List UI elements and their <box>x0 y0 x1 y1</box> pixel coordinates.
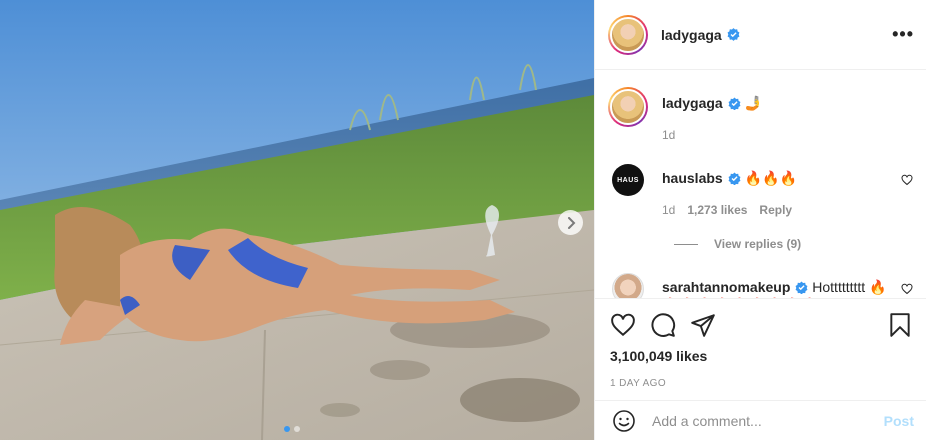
commenter-avatar[interactable]: HAUS <box>612 164 644 196</box>
comment-item: HAUS hauslabs 🔥🔥🔥 1d 1,273 likes Reply <box>608 164 913 217</box>
more-options-icon[interactable]: ••• <box>892 24 914 45</box>
verified-badge-icon <box>795 281 808 294</box>
heart-icon[interactable] <box>610 312 636 338</box>
post-header: ladygaga ••• <box>595 0 926 70</box>
author-username[interactable]: ladygaga <box>661 27 722 43</box>
likes-count[interactable]: 3,100,049 likes <box>610 347 913 365</box>
replies-divider <box>674 243 698 245</box>
comment-likes[interactable]: 1,273 likes <box>687 203 747 217</box>
caption-text: 🤳 <box>740 95 763 111</box>
post-photo <box>0 0 594 440</box>
comment-like-heart-icon[interactable] <box>901 283 913 295</box>
caption-avatar[interactable] <box>608 87 648 127</box>
carousel-indicator <box>284 426 300 432</box>
commenter-username[interactable]: sarahtannomakeup <box>662 279 790 295</box>
post-comment-button[interactable]: Post <box>884 413 914 429</box>
share-icon[interactable] <box>690 312 716 338</box>
caption: ladygaga 🤳 1d <box>608 87 913 142</box>
comment-like-heart-icon[interactable] <box>901 174 913 186</box>
comment-input[interactable] <box>652 412 884 429</box>
verified-badge-icon <box>728 172 741 185</box>
next-chevron-icon <box>567 216 575 229</box>
comment-time[interactable]: 1d <box>662 203 675 217</box>
bookmark-icon[interactable] <box>887 312 913 338</box>
comment-icon[interactable] <box>650 312 676 338</box>
post-time[interactable]: 1 DAY AGO <box>610 378 913 389</box>
carousel-dot-active <box>284 426 290 432</box>
commenter-avatar[interactable] <box>612 273 644 299</box>
commenter-username[interactable]: hauslabs <box>662 170 723 186</box>
carousel-dot <box>294 426 300 432</box>
emoji-icon[interactable] <box>612 409 636 433</box>
verified-badge-icon <box>728 97 741 110</box>
carousel-next-button[interactable] <box>558 210 583 235</box>
caption-time[interactable]: 1d <box>662 128 675 142</box>
post-actions: 3,100,049 likes 1 DAY AGO <box>595 298 926 390</box>
view-replies-button[interactable]: View replies (9) <box>674 237 913 251</box>
add-comment-bar: Post <box>595 400 926 440</box>
post-media[interactable] <box>0 0 594 440</box>
verified-badge-icon <box>727 28 740 41</box>
reply-button[interactable]: Reply <box>759 203 792 217</box>
author-avatar[interactable] <box>608 14 648 55</box>
comment-text: 🔥🔥🔥 <box>740 170 797 186</box>
comments-list[interactable]: ladygaga 🤳 1d HAUS hauslabs 🔥🔥🔥 1d 1,273… <box>595 71 926 299</box>
post-side-panel: ladygaga ••• ladygaga 🤳 1d HAUS hauslabs… <box>594 0 926 440</box>
caption-username[interactable]: ladygaga <box>662 95 723 111</box>
comment-item: sarahtannomakeup Hottttttttt 🔥🔥🔥🔥🔥🔥🔥🔥🔥🔥 <box>608 273 913 299</box>
